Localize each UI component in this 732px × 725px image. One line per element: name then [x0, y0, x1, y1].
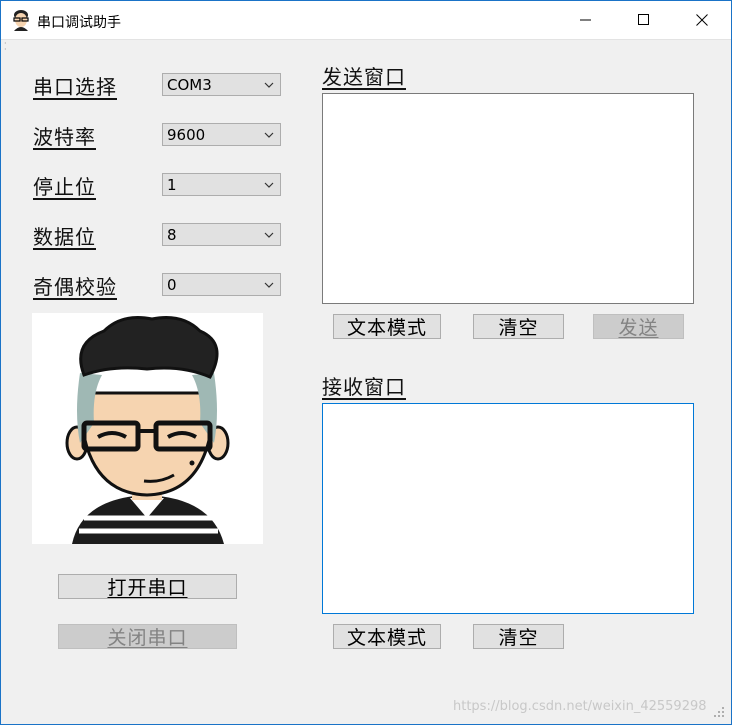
- send-textbox[interactable]: [322, 93, 694, 304]
- port-value: COM3: [167, 76, 212, 94]
- chevron-down-icon: [264, 132, 274, 138]
- minimize-button[interactable]: [557, 1, 615, 39]
- port-label: 串口选择: [33, 75, 117, 99]
- baud-value: 9600: [167, 126, 206, 144]
- watermark-text: https://blog.csdn.net/weixin_42559298: [453, 699, 707, 714]
- receive-text-mode-label: 文本模式: [346, 627, 427, 649]
- minimize-icon: [580, 19, 591, 21]
- send-clear-button[interactable]: 清空: [473, 314, 564, 339]
- resize-grip-icon[interactable]: [713, 706, 725, 718]
- receive-clear-label: 清空: [498, 627, 539, 649]
- stop-bits-label: 停止位: [33, 175, 96, 199]
- send-text-mode-button[interactable]: 文本模式: [333, 314, 441, 339]
- parity-value: 0: [167, 276, 177, 294]
- data-bits-label: 数据位: [33, 225, 96, 249]
- chevron-down-icon: [264, 282, 274, 288]
- cartoon-avatar-icon: [65, 316, 230, 544]
- chevron-down-icon: [264, 82, 274, 88]
- send-window-title: 发送窗口: [322, 65, 406, 89]
- close-port-button[interactable]: 关闭串口: [58, 624, 237, 649]
- stop-bits-value: 1: [167, 176, 177, 194]
- stop-bits-select[interactable]: 1: [162, 173, 281, 196]
- avatar-icon: [13, 10, 29, 31]
- open-port-label: 打开串口: [107, 577, 188, 599]
- close-port-label: 关闭串口: [107, 627, 188, 649]
- chevron-down-icon: [264, 232, 274, 238]
- close-button[interactable]: [673, 1, 731, 39]
- receive-text-mode-button[interactable]: 文本模式: [333, 624, 441, 649]
- send-label: 发送: [618, 317, 659, 339]
- app-window: 串口调试助手 · · 串口选择 波特率 停止位 数据位 奇偶校验 COM3 960…: [0, 0, 732, 725]
- data-bits-value: 8: [167, 226, 177, 244]
- chevron-down-icon: [264, 182, 274, 188]
- close-icon: [696, 14, 708, 26]
- maximize-button[interactable]: [615, 1, 673, 39]
- window-title: 串口调试助手: [37, 15, 121, 31]
- parity-select[interactable]: 0: [162, 273, 281, 296]
- title-separator: [1, 39, 731, 40]
- send-clear-label: 清空: [498, 317, 539, 339]
- receive-clear-button[interactable]: 清空: [473, 624, 564, 649]
- send-button[interactable]: 发送: [593, 314, 684, 339]
- maximize-icon: [638, 14, 649, 25]
- data-bits-select[interactable]: 8: [162, 223, 281, 246]
- open-port-button[interactable]: 打开串口: [58, 574, 237, 599]
- baud-select[interactable]: 9600: [162, 123, 281, 146]
- send-text-mode-label: 文本模式: [346, 317, 427, 339]
- port-select[interactable]: COM3: [162, 73, 281, 96]
- receive-textbox[interactable]: [322, 403, 694, 614]
- receive-window-title: 接收窗口: [322, 375, 406, 399]
- grip-icon: · ·: [4, 39, 7, 54]
- title-bar: 串口调试助手: [1, 1, 731, 39]
- avatar-image: [32, 313, 263, 544]
- baud-label: 波特率: [33, 125, 96, 149]
- parity-label: 奇偶校验: [33, 275, 117, 299]
